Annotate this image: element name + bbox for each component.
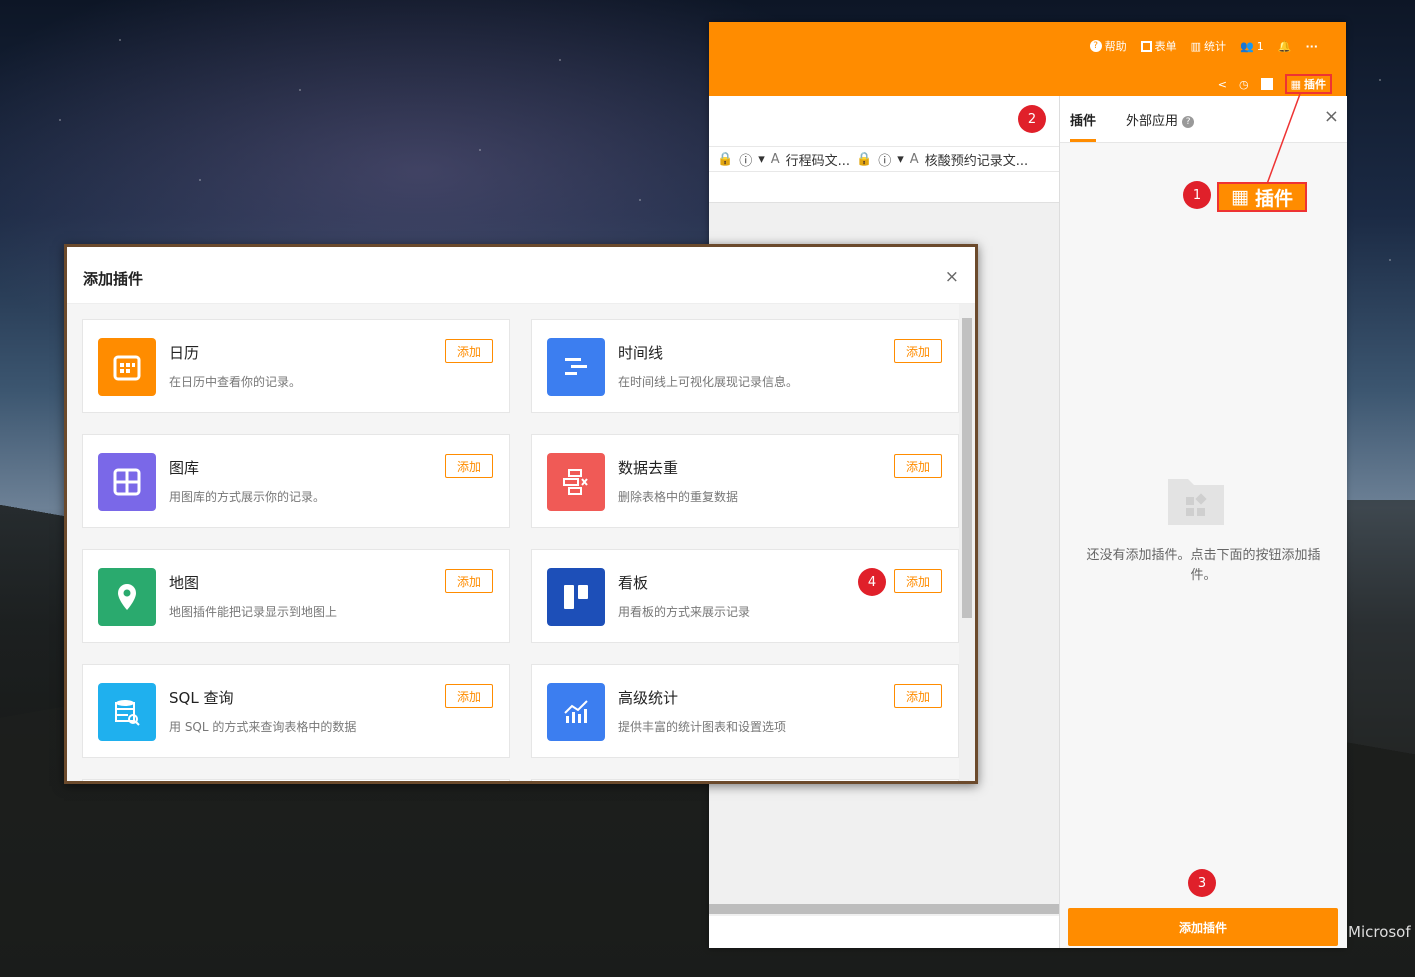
tab-plugins[interactable]: 插件 <box>1070 110 1096 129</box>
calendar-icon <box>98 338 156 396</box>
help-icon: ? <box>1089 40 1102 52</box>
side-panel-tabs: 插件 外部应用 ? × <box>1060 96 1347 143</box>
plugin-title: 看板 <box>618 574 649 592</box>
add-gallery-button[interactable]: 添加 <box>445 454 493 478</box>
help-icon[interactable]: ? <box>1182 115 1195 128</box>
plugin-card-gallery: 图库 用图库的方式展示你的记录。 添加 <box>82 434 510 528</box>
advanced-stats-icon <box>547 683 605 741</box>
annotation-badge-1: 1 <box>1183 181 1211 209</box>
plugin-list: 日历 在日历中查看你的记录。 添加 时间线 在时间线上可视化展现记录信息。 添加… <box>67 304 959 781</box>
plugin-card-map: 地图 地图插件能把记录显示到地图上 添加 <box>82 549 510 643</box>
form-button[interactable]: 表单 <box>1140 38 1177 54</box>
bell-icon: 🔔 <box>1277 39 1292 53</box>
column-header-1[interactable]: 行程码文... <box>786 150 850 169</box>
empty-folder-icon <box>1168 479 1224 525</box>
plugin-title: 时间线 <box>618 344 664 362</box>
grid-header-area: 🔒 ⓘ ▾ A 行程码文... 🔒 ⓘ ▾ A 核酸预约记录文... <box>709 96 1059 203</box>
add-calendar-button[interactable]: 添加 <box>445 339 493 363</box>
plugin-description: 删除表格中的重复数据 <box>618 490 739 504</box>
plugin-description: 在日历中查看你的记录。 <box>169 375 302 389</box>
plugin-description: 在时间线上可视化展现记录信息。 <box>618 375 799 389</box>
plugin-card-calendar: 日历 在日历中查看你的记录。 添加 <box>82 319 510 413</box>
info-icon: ⓘ <box>878 153 892 169</box>
dedupe-icon <box>547 453 605 511</box>
top-toolbar: ? 帮助 表单 ▥ 统计 👥 1 🔔 ··· <box>1089 38 1318 54</box>
close-icon[interactable]: × <box>1324 106 1339 127</box>
add-sql-query-button[interactable]: 添加 <box>445 684 493 708</box>
secondary-toolbar: < ◷ ▦ 插件 <box>1218 74 1332 94</box>
help-button[interactable]: ? 帮助 <box>1089 38 1127 54</box>
plugin-side-panel: 插件 外部应用 ? × 还没有添加插件。点击下面的按钮添加插件。 添加插件 <box>1059 96 1347 948</box>
kanban-icon <box>547 568 605 626</box>
add-advanced-stats-button[interactable]: 添加 <box>894 684 942 708</box>
plugin-card-dedupe: 数据去重 删除表格中的重复数据 添加 <box>531 434 959 528</box>
annotation-badge-2: 2 <box>1018 105 1046 133</box>
annotation-plugin-callout: ▦ 插件 <box>1217 182 1307 212</box>
top-bar: ? 帮助 表单 ▥ 统计 👥 1 🔔 ··· < ◷ ▦ 插件 <box>709 22 1346 96</box>
vertical-scrollbar[interactable] <box>959 304 975 781</box>
chevron-down-icon[interactable]: ▾ <box>897 152 904 167</box>
annotation-badge-4: 4 <box>858 568 886 596</box>
plugin-card-sql-query: SQL 查询 用 SQL 的方式来查询表格中的数据 添加 <box>82 664 510 758</box>
plugin-toolbar-button[interactable]: ▦ 插件 <box>1284 74 1332 94</box>
empty-state-text: 还没有添加插件。点击下面的按钮添加插件。 <box>1086 548 1321 583</box>
plugin-title: SQL 查询 <box>169 689 234 707</box>
plugin-card-advanced-stats: 高级统计 提供丰富的统计图表和设置选项 添加 <box>531 664 959 758</box>
desktop-microsoft-text: Microsof <box>1348 923 1411 941</box>
timeline-icon <box>547 338 605 396</box>
map-pin-icon <box>98 568 156 626</box>
plugin-card-partial <box>82 779 510 781</box>
plugin-title: 日历 <box>169 344 200 362</box>
sql-query-icon <box>98 683 156 741</box>
info-icon: ⓘ <box>739 153 753 169</box>
plugin-description: 用看板的方式来展示记录 <box>618 605 751 619</box>
plugin-card-partial <box>531 779 959 781</box>
gallery-icon <box>98 453 156 511</box>
chevron-down-icon[interactable]: ▾ <box>758 152 765 167</box>
tab-external-apps[interactable]: 外部应用 ? <box>1126 110 1195 129</box>
column-header-row: 🔒 ⓘ ▾ A 行程码文... 🔒 ⓘ ▾ A 核酸预约记录文... <box>709 146 1059 172</box>
history-icon[interactable]: ◷ <box>1239 78 1249 91</box>
plugin-description: 用图库的方式展示你的记录。 <box>169 490 326 504</box>
plugin-description: 地图插件能把记录显示到地图上 <box>169 605 338 619</box>
plugin-description: 提供丰富的统计图表和设置选项 <box>618 720 787 734</box>
horizontal-scrollbar[interactable] <box>709 904 1059 914</box>
close-icon[interactable]: × <box>945 267 959 287</box>
embed-icon[interactable] <box>1260 78 1273 90</box>
dialog-title: 添加插件 <box>83 270 144 288</box>
form-icon <box>1140 40 1152 52</box>
grid-footer <box>709 916 1059 948</box>
plugin-card-kanban: 看板 用看板的方式来展示记录 4 添加 <box>531 549 959 643</box>
add-map-button[interactable]: 添加 <box>445 569 493 593</box>
text-field-icon: A <box>770 151 780 167</box>
plugin-grid-icon: ▦ <box>1231 186 1249 208</box>
add-kanban-button[interactable]: 添加 <box>894 569 942 593</box>
add-dedupe-button[interactable]: 添加 <box>894 454 942 478</box>
plugin-title: 图库 <box>169 459 200 477</box>
scrollbar-thumb[interactable] <box>962 318 972 618</box>
members-button[interactable]: 👥 1 <box>1240 40 1264 53</box>
lock-icon: 🔒 <box>717 151 734 167</box>
column-header-2[interactable]: 核酸预约记录文... <box>925 150 1028 169</box>
bar-chart-icon: ▥ <box>1190 39 1202 53</box>
text-field-icon: A <box>909 151 919 167</box>
notifications-button[interactable]: 🔔 <box>1278 40 1292 53</box>
active-tab-indicator <box>1070 139 1096 142</box>
dialog-header: 添加插件 × <box>67 247 975 304</box>
plugin-title: 高级统计 <box>618 689 679 707</box>
users-icon: 👥 <box>1240 39 1254 53</box>
plugin-grid-icon: ▦ <box>1290 77 1301 91</box>
add-plugin-dialog: 添加插件 × 日历 在日历中查看你的记录。 添加 时间线 在时间线上可视化展现记… <box>64 244 978 784</box>
plugin-title: 地图 <box>169 574 200 592</box>
add-plugin-button[interactable]: 添加插件 <box>1068 908 1338 946</box>
stats-button[interactable]: ▥ 统计 <box>1191 38 1226 54</box>
plugin-description: 用 SQL 的方式来查询表格中的数据 <box>169 720 357 734</box>
lock-icon: 🔒 <box>856 151 873 167</box>
share-icon[interactable]: < <box>1218 78 1227 91</box>
add-timeline-button[interactable]: 添加 <box>894 339 942 363</box>
annotation-badge-3: 3 <box>1188 869 1216 897</box>
more-button[interactable]: ··· <box>1305 40 1318 53</box>
plugin-card-timeline: 时间线 在时间线上可视化展现记录信息。 添加 <box>531 319 959 413</box>
plugin-title: 数据去重 <box>618 459 679 477</box>
